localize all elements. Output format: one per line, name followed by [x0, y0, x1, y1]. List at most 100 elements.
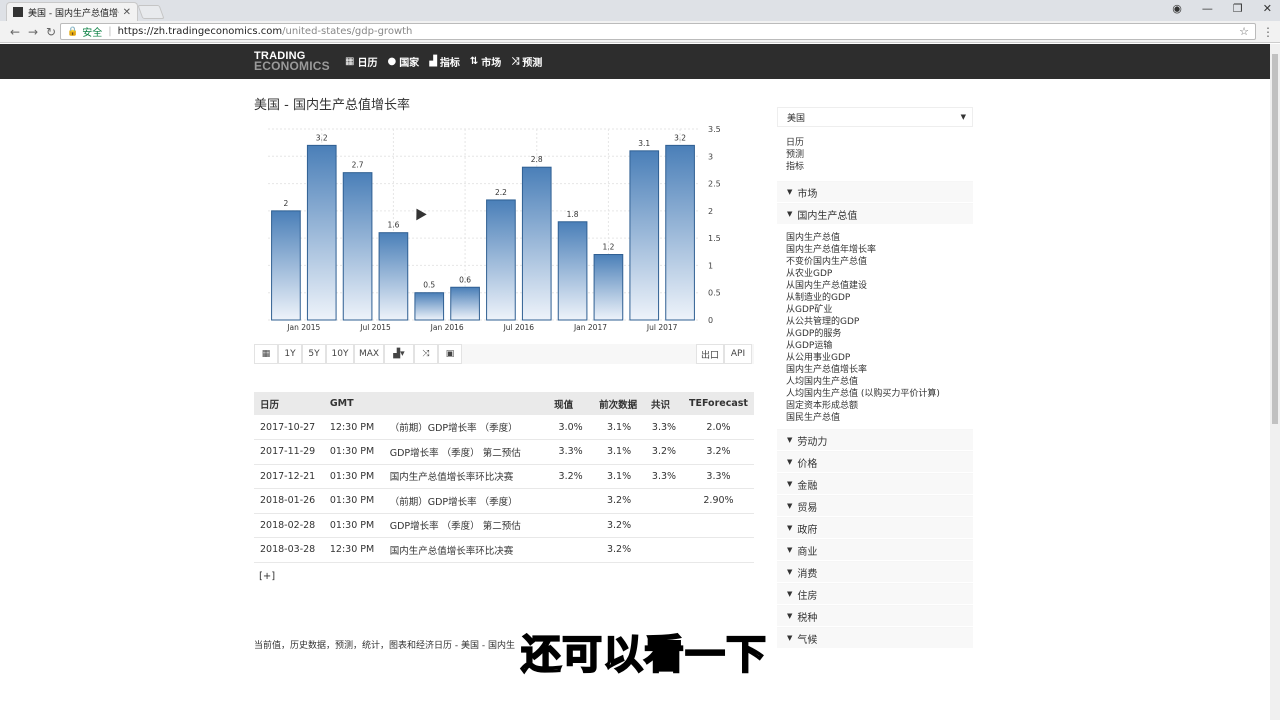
cell-event[interactable]: （前期）GDP增长率 （季度）	[383, 488, 549, 514]
category-markets[interactable]: ▼ 市场	[777, 181, 973, 202]
country-select[interactable]: 美国 ▼	[777, 107, 973, 127]
nav-calendar[interactable]: ▦ 日历	[345, 54, 377, 69]
calendar-row[interactable]: 2017-10-27 12:30 PM （前期）GDP增长率 （季度） 3.0% 3.1…	[254, 415, 754, 440]
nav-markets[interactable]: ⇅ 市场	[470, 54, 501, 69]
sidebar-gdp-link[interactable]: 从GDP运输	[786, 340, 973, 352]
range-max-button[interactable]: MAX	[354, 344, 384, 364]
sidebar-gdp-link[interactable]: 国内生产总值	[786, 232, 973, 244]
col-header-consensus: 共识	[645, 392, 683, 415]
range-5y-button[interactable]: 5Y	[302, 344, 326, 364]
cell-actual	[548, 513, 594, 538]
sidebar-category[interactable]: ▼ 气候	[777, 627, 973, 648]
caret-down-icon: ▼	[787, 546, 793, 554]
browser-menu-icon[interactable]: ⋮	[1262, 25, 1274, 39]
cell-event[interactable]: GDP增长率 （季度） 第二预估	[383, 439, 549, 465]
calendar-row[interactable]: 2018-01-26 01:30 PM （前期）GDP增长率 （季度） 3.2% 2.9…	[254, 488, 754, 514]
bookmark-star-icon[interactable]: ☆	[1239, 25, 1249, 38]
cell-event[interactable]: 国内生产总值增长率环比决赛	[383, 464, 549, 489]
sidebar-gdp-link[interactable]: 国民生产总值	[786, 412, 973, 424]
sidebar-category[interactable]: ▼ 劳动力	[777, 429, 973, 450]
minimize-icon[interactable]: —	[1202, 2, 1213, 15]
cell-consensus	[645, 488, 683, 514]
site-logo[interactable]: TRADING ECONOMICS	[254, 51, 330, 73]
sidebar-category[interactable]: ▼ 商业	[777, 539, 973, 560]
range-10y-button[interactable]: 10Y	[326, 344, 354, 364]
sidebar-gdp-link[interactable]: 国内生产总值年增长率	[786, 244, 973, 256]
sidebar-gdp-link[interactable]: 人均国内生产总值 (以购买力平价计算)	[786, 388, 973, 400]
sidebar-gdp-link[interactable]: 从农业GDP	[786, 268, 973, 280]
calendar-row[interactable]: 2018-03-28 12:30 PM 国内生产总值增长率环比决赛 3.2%	[254, 537, 754, 563]
chevron-down-icon: ▼	[960, 113, 966, 121]
forward-icon[interactable]: →	[24, 25, 42, 39]
nav-countries[interactable]: ● 国家	[387, 54, 419, 69]
nav-indicators[interactable]: ▟ 指标	[429, 54, 460, 69]
sidebar-quick-link[interactable]: 指标	[786, 161, 973, 173]
close-window-icon[interactable]: ✕	[1263, 2, 1272, 15]
cell-event[interactable]: GDP增长率 （季度） 第二预估	[383, 513, 549, 538]
sidebar-gdp-link[interactable]: 人均国内生产总值	[786, 376, 973, 388]
export-button[interactable]: 出口	[696, 344, 724, 364]
sidebar-gdp-link[interactable]: 从制造业的GDP	[786, 292, 973, 304]
expand-calendar-link[interactable]: [+]	[259, 571, 275, 582]
sidebar-gdp-link[interactable]: 国内生产总值增长率	[786, 364, 973, 376]
tab-title: 美国 - 国内生产总值增长率	[28, 8, 119, 19]
address-bar[interactable]: 🔒 安全 | https://zh.tradingeconomics.com /…	[60, 23, 1256, 40]
range-1y-button[interactable]: 1Y	[278, 344, 302, 364]
sidebar-category[interactable]: ▼ 贸易	[777, 495, 973, 516]
category-label: 国内生产总值	[797, 210, 858, 222]
sidebar-gdp-link[interactable]: 不变价国内生产总值	[786, 256, 973, 268]
chart-bar	[557, 221, 588, 321]
calendar-row[interactable]: 2017-11-29 01:30 PM GDP增长率 （季度） 第二预估 3.3% 3.…	[254, 439, 754, 465]
sidebar-gdp-link[interactable]: 从国内生产总值建设	[786, 280, 973, 292]
browser-tab[interactable]: 美国 - 国内生产总值增长率 ✕	[6, 2, 138, 21]
sidebar-category[interactable]: ▼ 税种	[777, 605, 973, 626]
caret-down-icon: ▼	[787, 568, 793, 576]
sidebar-gdp-link[interactable]: 从公共管理的GDP	[786, 316, 973, 328]
sidebar-quick-link[interactable]: 日历	[786, 137, 973, 149]
chart-bar	[629, 150, 660, 321]
cell-event[interactable]: （前期）GDP增长率 （季度）	[383, 415, 549, 440]
bar-value-label: 2.8	[531, 155, 543, 164]
cell-gmt: 12:30 PM	[323, 537, 384, 563]
close-tab-icon[interactable]: ✕	[123, 7, 131, 18]
page-scrollbar[interactable]	[1270, 44, 1280, 720]
sidebar-category[interactable]: ▼ 政府	[777, 517, 973, 538]
y-tick-label: 0.5	[708, 289, 721, 298]
image-export-button[interactable]: ▣	[438, 344, 462, 364]
bar-value-label: 1.2	[602, 243, 614, 252]
chart-bar	[271, 210, 301, 321]
cell-event[interactable]: 国内生产总值增长率环比决赛	[383, 537, 549, 563]
site-nav: ▦ 日历 ● 国家 ▟ 指标 ⇅ 市场 ⤨ 预测	[345, 44, 542, 79]
nav-label: 预测	[522, 58, 543, 69]
sidebar-gdp-link[interactable]: 从GDP的服务	[786, 328, 973, 340]
reload-icon[interactable]: ↻	[42, 25, 60, 39]
sidebar-category[interactable]: ▼ 住房	[777, 583, 973, 604]
page-description: 当前值，历史数据，预测，统计，图表和经济日历 - 美国 - 国内生	[254, 641, 515, 651]
calendar-icon: ▦	[261, 349, 271, 359]
back-icon[interactable]: ←	[6, 25, 24, 39]
chart-type-button[interactable]: ▟▾	[384, 344, 414, 364]
nav-forecast[interactable]: ⤨ 预测	[511, 54, 542, 69]
new-tab-button[interactable]	[137, 5, 165, 19]
profile-icon[interactable]: ◉	[1172, 2, 1182, 15]
restore-icon[interactable]: ❐	[1233, 2, 1243, 15]
x-tick-label: Jul 2015	[359, 323, 391, 332]
category-gdp[interactable]: ▼ 国内生产总值	[777, 203, 973, 224]
calendar-row[interactable]: 2017-12-21 01:30 PM 国内生产总值增长率环比决赛 3.2% 3.1% 3…	[254, 464, 754, 489]
sidebar-category[interactable]: ▼ 消费	[777, 561, 973, 582]
sidebar-quick-link[interactable]: 预测	[786, 149, 973, 161]
cell-gmt: 01:30 PM	[323, 488, 384, 514]
cell-actual	[548, 488, 594, 514]
category-label: 消费	[797, 568, 818, 580]
calendar-row[interactable]: 2018-02-28 01:30 PM GDP增长率 （季度） 第二预估 3.2%	[254, 513, 754, 538]
sidebar-gdp-link[interactable]: 从GDP矿业	[786, 304, 973, 316]
scrollbar-thumb[interactable]	[1272, 54, 1278, 424]
sidebar-gdp-link[interactable]: 固定资本形成总额	[786, 400, 973, 412]
sidebar-gdp-link[interactable]: 从公用事业GDP	[786, 352, 973, 364]
sidebar-category[interactable]: ▼ 金融	[777, 473, 973, 494]
calendar-picker-button[interactable]: ▦	[254, 344, 278, 364]
sidebar-category[interactable]: ▼ 价格	[777, 451, 973, 472]
compare-button[interactable]: ⤨	[414, 344, 438, 364]
col-header-teforecast: TEForecast	[682, 392, 754, 415]
api-button[interactable]: API	[724, 344, 752, 364]
